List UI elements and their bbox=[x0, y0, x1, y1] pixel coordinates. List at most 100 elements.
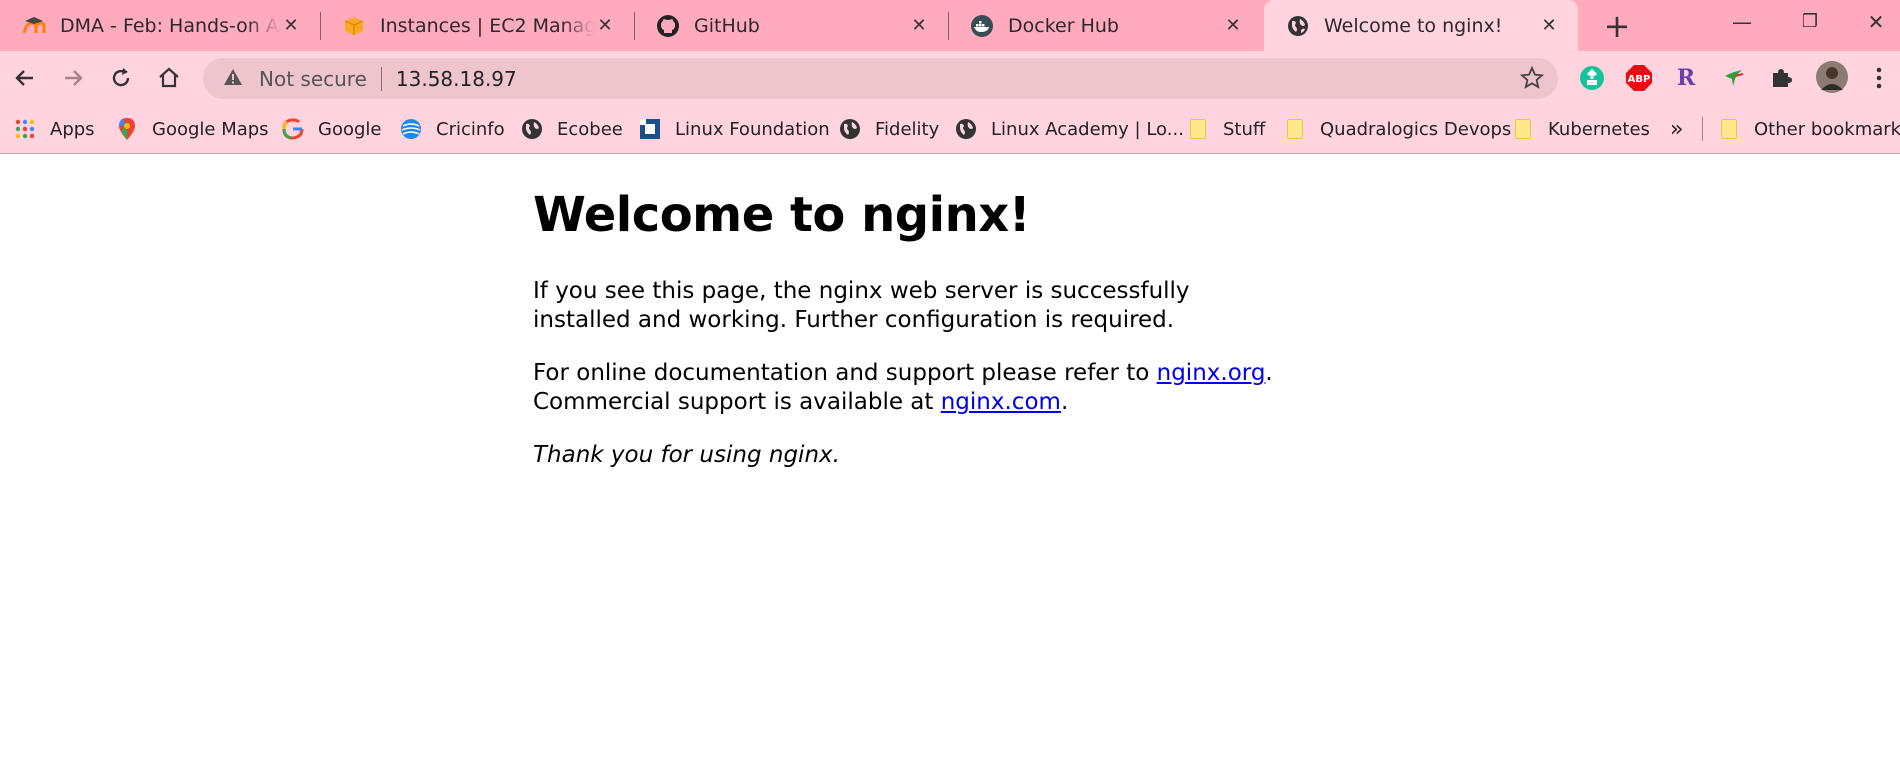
bookmark-ecobee[interactable]: Ecobee bbox=[521, 104, 623, 154]
bookmarks-overflow-button[interactable]: » bbox=[1670, 104, 1683, 154]
tab-title: Instances | EC2 Management Console bbox=[380, 14, 594, 37]
back-button[interactable] bbox=[6, 59, 44, 97]
globe-icon bbox=[839, 118, 861, 140]
folder-icon bbox=[1512, 118, 1534, 140]
close-icon[interactable]: ✕ bbox=[1222, 15, 1244, 36]
bookmark-label: Linux Academy | Lo... bbox=[991, 118, 1184, 140]
docs-period: . bbox=[1265, 360, 1273, 386]
folder-icon bbox=[1284, 118, 1306, 140]
docs-paragraph: For online documentation and support ple… bbox=[533, 359, 1293, 417]
globe-icon bbox=[1286, 14, 1310, 38]
home-icon bbox=[159, 67, 179, 88]
tab-docker-hub[interactable]: Docker Hub ✕ bbox=[948, 0, 1262, 51]
bookmark-label: Google bbox=[318, 118, 382, 140]
bookmark-google[interactable]: Google bbox=[282, 104, 381, 154]
toolbar: Not secure 13.58.18.97 ABP R bbox=[0, 51, 1900, 104]
reload-icon bbox=[112, 68, 130, 87]
bookmark-label: Fidelity bbox=[875, 118, 940, 140]
bookmarks-bar: Apps Google Maps Google Cricinfo Ecobee bbox=[0, 104, 1900, 154]
globe-icon bbox=[521, 118, 543, 140]
close-icon[interactable]: ✕ bbox=[908, 15, 930, 36]
arrow-left-icon bbox=[15, 70, 33, 86]
thanks-paragraph: Thank you for using nginx. bbox=[533, 441, 1293, 470]
moodle-icon bbox=[22, 14, 46, 38]
divider bbox=[380, 66, 382, 91]
bookmark-label: Cricinfo bbox=[436, 118, 505, 140]
globe-icon bbox=[955, 118, 977, 140]
close-icon[interactable]: ✕ bbox=[594, 15, 616, 36]
aws-box-icon bbox=[342, 14, 366, 38]
tab-github[interactable]: GitHub ✕ bbox=[634, 0, 948, 51]
cricinfo-icon bbox=[400, 118, 422, 140]
security-label[interactable]: Not secure bbox=[259, 67, 367, 91]
tab-strip: DMA - Feb: Hands-on Ansible ✕ Instances … bbox=[0, 0, 1900, 51]
apps-grid-icon bbox=[14, 118, 36, 140]
adblock-plus-icon[interactable]: ABP bbox=[1624, 63, 1654, 93]
bookmark-fidelity[interactable]: Fidelity bbox=[839, 104, 939, 154]
adblock-label: ABP bbox=[1628, 74, 1651, 85]
tab-title: DMA - Feb: Hands-on Ansible bbox=[60, 14, 280, 37]
bookmark-folder-stuff[interactable]: Stuff bbox=[1187, 104, 1265, 154]
bookmark-label: Quadralogics Devops bbox=[1320, 118, 1512, 140]
bookmark-folder-kubernetes[interactable]: Kubernetes bbox=[1512, 104, 1650, 154]
folder-icon bbox=[1187, 118, 1209, 140]
address-bar[interactable]: Not secure 13.58.18.97 bbox=[203, 58, 1558, 99]
divider bbox=[1702, 117, 1703, 141]
thanks-text: Thank you for using nginx. bbox=[533, 442, 840, 468]
docker-icon bbox=[970, 14, 994, 38]
tab-title: Welcome to nginx! bbox=[1324, 14, 1503, 37]
bookmark-label: Stuff bbox=[1223, 118, 1266, 140]
r-extension-label: R bbox=[1676, 65, 1696, 91]
tab-welcome-nginx[interactable]: Welcome to nginx! ✕ bbox=[1264, 0, 1578, 51]
browser-chrome: DMA - Feb: Hands-on Ansible ✕ Instances … bbox=[0, 0, 1900, 154]
puzzle-icon[interactable] bbox=[1766, 63, 1796, 93]
page-content: Welcome to nginx! If you see this page, … bbox=[533, 187, 1293, 494]
intro-paragraph: If you see this page, the nginx web serv… bbox=[533, 278, 1190, 333]
bookmark-apps[interactable]: Apps bbox=[14, 104, 95, 154]
nginx-com-link[interactable]: nginx.com bbox=[941, 389, 1061, 415]
bookmark-other-bookmarks[interactable]: Other bookmarks bbox=[1718, 104, 1900, 154]
page-title: Welcome to nginx! bbox=[533, 187, 1031, 243]
tab-dma-ansible[interactable]: DMA - Feb: Hands-on Ansible ✕ bbox=[0, 0, 320, 51]
close-icon[interactable]: ✕ bbox=[280, 15, 302, 36]
tab-title: GitHub bbox=[694, 14, 760, 37]
close-icon[interactable]: ✕ bbox=[1538, 15, 1560, 36]
url-text[interactable]: 13.58.18.97 bbox=[396, 67, 517, 91]
r-extension-icon[interactable]: R bbox=[1671, 63, 1701, 93]
folder-icon bbox=[1718, 118, 1740, 140]
bookmark-label: Other bookmarks bbox=[1754, 118, 1900, 140]
commercial-text: Commercial support is available at bbox=[533, 389, 941, 415]
bookmark-cricinfo[interactable]: Cricinfo bbox=[400, 104, 505, 154]
new-tab-button[interactable]: + bbox=[1595, 4, 1639, 48]
window-close-button[interactable]: ✕ bbox=[1840, 0, 1900, 44]
bookmark-label: Kubernetes bbox=[1548, 118, 1650, 140]
bookmark-star-icon[interactable] bbox=[1519, 65, 1545, 95]
linux-foundation-icon bbox=[639, 118, 661, 140]
commercial-period: . bbox=[1060, 389, 1069, 415]
nginx-org-link[interactable]: nginx.org bbox=[1157, 360, 1266, 386]
kebab-menu-icon[interactable] bbox=[1864, 63, 1894, 93]
bookmark-label: Google Maps bbox=[152, 118, 269, 140]
warning-icon[interactable] bbox=[223, 67, 247, 91]
bird-extension-icon[interactable] bbox=[1719, 63, 1749, 93]
google-g-icon bbox=[282, 118, 304, 140]
forward-button[interactable] bbox=[54, 59, 92, 97]
bookmark-folder-quadralogics[interactable]: Quadralogics Devops bbox=[1284, 104, 1511, 154]
bookmark-label: Apps bbox=[50, 118, 95, 140]
home-button[interactable] bbox=[150, 59, 188, 97]
docs-text: For online documentation and support ple… bbox=[533, 360, 1157, 386]
minimize-button[interactable]: — bbox=[1706, 0, 1778, 44]
bookmark-linux-foundation[interactable]: Linux Foundation bbox=[639, 104, 830, 154]
profile-avatar[interactable] bbox=[1815, 60, 1849, 94]
bookmark-label: Linux Foundation bbox=[675, 118, 830, 140]
bookmark-google-maps[interactable]: Google Maps bbox=[116, 104, 269, 154]
github-icon bbox=[656, 14, 680, 38]
grammarly-icon[interactable] bbox=[1577, 63, 1607, 93]
bookmark-label: Ecobee bbox=[557, 118, 623, 140]
restore-button[interactable]: ❐ bbox=[1774, 0, 1846, 44]
bookmark-linux-academy[interactable]: Linux Academy | Lo... bbox=[955, 104, 1184, 154]
tab-title: Docker Hub bbox=[1008, 14, 1119, 37]
arrow-right-icon bbox=[65, 70, 83, 86]
tab-ec2-instances[interactable]: Instances | EC2 Management Console ✕ bbox=[320, 0, 634, 51]
reload-button[interactable] bbox=[102, 59, 140, 97]
